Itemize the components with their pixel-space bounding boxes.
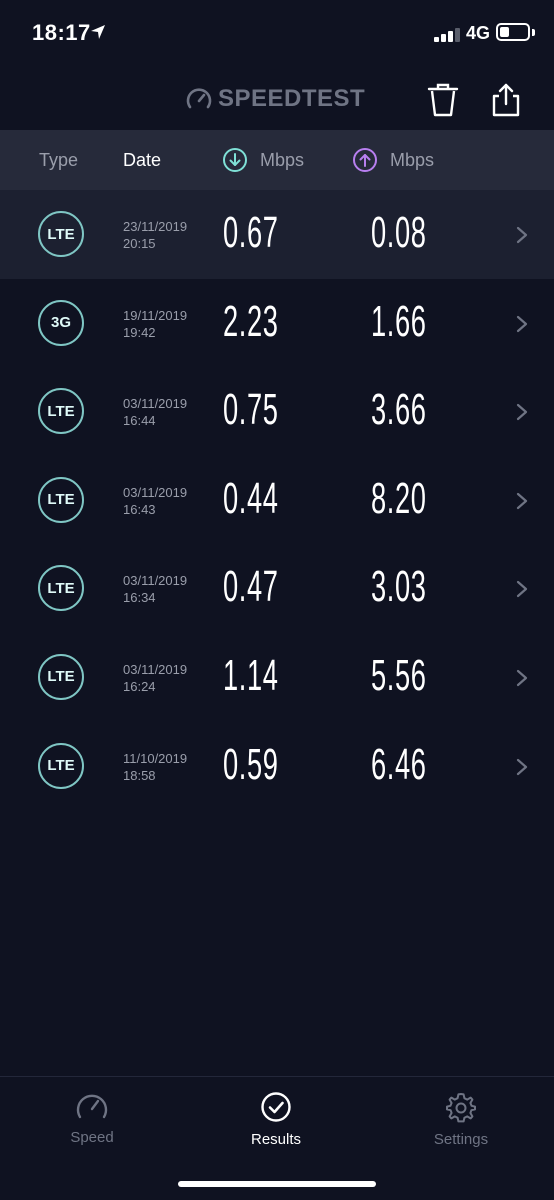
connection-type-badge: LTE <box>38 476 84 523</box>
speedtest-logo: SPEEDTEST <box>186 84 365 114</box>
result-datetime: 23/11/2019 20:15 <box>123 218 187 252</box>
download-unit-label: Mbps <box>260 149 305 170</box>
upload-speed: 5.56 <box>371 650 427 700</box>
result-date: 03/11/2019 <box>123 396 188 412</box>
chevron-right-icon <box>516 669 528 687</box>
network-type: 4G <box>466 23 491 43</box>
result-time: 16:24 <box>123 678 156 694</box>
tab-settings-label: Settings <box>433 1131 489 1148</box>
download-speed: 0.59 <box>223 739 279 789</box>
result-datetime: 19/11/2019 19:42 <box>123 307 187 341</box>
tab-speed-label: Speed <box>70 1129 114 1146</box>
chevron-right-icon <box>516 226 528 244</box>
result-row[interactable]: LTE 03/11/2019 16:44 0.75 3.66 <box>0 367 554 456</box>
connection-type-badge: LTE <box>38 742 84 789</box>
column-download[interactable]: Mbps <box>222 147 304 173</box>
result-datetime: 03/11/2019 16:43 <box>123 484 187 518</box>
screen: 18:17 4G SPEEDTEST Type Date Mbps Mbps L… <box>0 0 554 1200</box>
share-button[interactable] <box>490 82 522 118</box>
home-indicator[interactable] <box>178 1181 376 1187</box>
result-row[interactable]: LTE 03/11/2019 16:34 0.47 3.03 <box>0 544 554 633</box>
check-circle-icon <box>261 1092 291 1122</box>
speedometer-logo-icon <box>186 88 212 109</box>
download-speed: 1.14 <box>223 650 279 700</box>
connection-type-badge: 3G <box>38 299 84 346</box>
tab-results-label: Results <box>250 1131 302 1148</box>
logo-text: SPEEDTEST <box>218 85 366 112</box>
download-speed: 0.75 <box>223 385 279 435</box>
chevron-right-icon <box>516 315 528 332</box>
result-time: 18:58 <box>123 767 156 783</box>
signal-icon <box>434 26 462 42</box>
chevron-right-icon <box>516 581 528 598</box>
result-date: 03/11/2019 <box>123 573 188 589</box>
result-row[interactable]: LTE 03/11/2019 16:24 1.14 5.56 <box>0 633 554 722</box>
signal-bar-1 <box>434 37 439 42</box>
signal-bar-3 <box>448 31 453 42</box>
share-icon <box>492 83 520 117</box>
signal-bar-2 <box>441 34 446 42</box>
chevron-right-icon <box>516 404 528 421</box>
download-speed: 0.67 <box>223 208 279 257</box>
tab-settings[interactable]: Settings <box>411 1091 511 1148</box>
column-header: Type Date Mbps Mbps <box>0 130 554 190</box>
upload-speed: 3.03 <box>371 562 427 612</box>
upload-speed: 6.46 <box>371 739 427 789</box>
result-datetime: 03/11/2019 16:34 <box>123 572 187 606</box>
result-time: 16:44 <box>123 413 156 429</box>
result-row[interactable]: LTE 23/11/2019 20:15 0.67 0.08 <box>0 190 554 279</box>
result-time: 16:34 <box>123 590 156 606</box>
tab-results[interactable]: Results <box>226 1091 326 1148</box>
chevron-right-icon <box>516 758 528 775</box>
connection-type-badge: LTE <box>38 565 84 612</box>
download-speed: 0.44 <box>223 473 279 523</box>
result-time: 19:42 <box>123 324 156 340</box>
battery-fill <box>500 27 509 37</box>
results-list: LTE 23/11/2019 20:15 0.67 0.08 3G 19/11/… <box>0 190 554 810</box>
tab-speed[interactable]: Speed <box>42 1091 142 1146</box>
status-bar: 18:17 4G <box>0 0 554 70</box>
result-datetime: 11/10/2019 18:58 <box>123 750 187 784</box>
connection-type-badge: LTE <box>38 388 84 435</box>
trash-icon <box>427 83 459 117</box>
result-datetime: 03/11/2019 16:24 <box>123 661 187 695</box>
result-date: 03/11/2019 <box>123 661 188 677</box>
upload-speed: 1.66 <box>371 296 427 346</box>
upload-speed: 8.20 <box>371 473 427 523</box>
chevron-right-icon <box>516 492 528 509</box>
battery-icon <box>496 23 530 41</box>
location-arrow-icon <box>91 25 105 39</box>
result-date: 23/11/2019 <box>123 219 188 234</box>
column-upload[interactable]: Mbps <box>352 147 434 173</box>
result-row[interactable]: 3G 19/11/2019 19:42 2.23 1.66 <box>0 279 554 368</box>
download-speed: 2.23 <box>223 296 279 346</box>
connection-type-badge: LTE <box>38 653 84 700</box>
connection-type-badge: LTE <box>38 211 84 257</box>
result-time: 16:43 <box>123 501 156 517</box>
column-date-label[interactable]: Date <box>123 150 161 171</box>
result-datetime: 03/11/2019 16:44 <box>123 395 187 429</box>
download-arrow-icon <box>223 148 247 172</box>
result-date: 11/10/2019 <box>123 750 188 766</box>
result-time: 20:15 <box>123 236 156 251</box>
download-speed: 0.47 <box>223 562 279 612</box>
upload-unit-label: Mbps <box>390 149 435 170</box>
result-date: 19/11/2019 <box>123 307 188 323</box>
app-header: SPEEDTEST <box>0 70 554 130</box>
signal-bar-4 <box>455 28 460 42</box>
upload-speed: 3.66 <box>371 385 427 435</box>
status-time: 18:17 <box>32 20 91 45</box>
battery-cap <box>532 29 535 36</box>
result-date: 03/11/2019 <box>123 484 188 500</box>
result-row[interactable]: LTE 11/10/2019 18:58 0.59 6.46 <box>0 722 554 811</box>
speedometer-icon <box>76 1094 108 1119</box>
delete-results-button[interactable] <box>426 82 460 118</box>
result-row[interactable]: LTE 03/11/2019 16:43 0.44 8.20 <box>0 456 554 545</box>
column-type-label[interactable]: Type <box>39 150 78 171</box>
upload-arrow-icon <box>353 148 377 172</box>
gear-icon <box>446 1093 476 1123</box>
upload-speed: 0.08 <box>371 208 427 257</box>
